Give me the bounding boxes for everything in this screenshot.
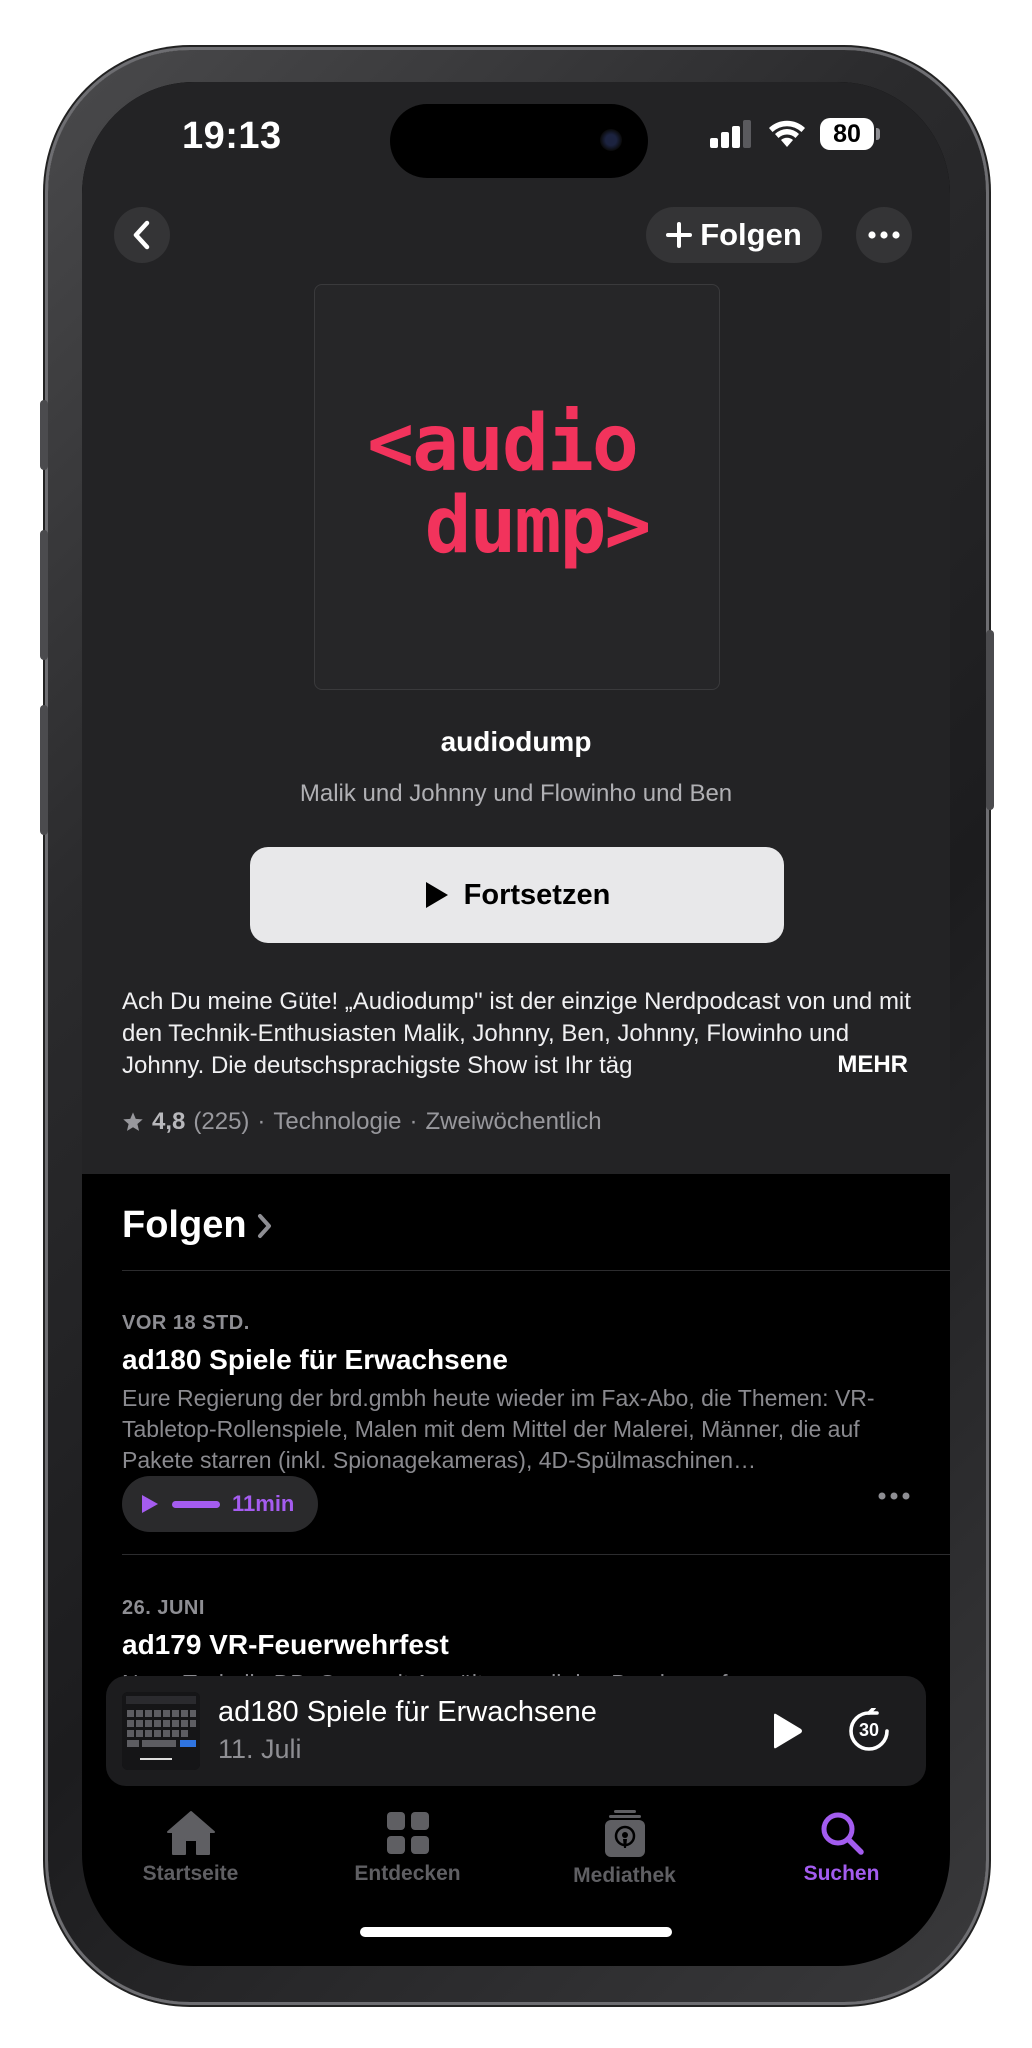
episodes-section-title: Folgen	[122, 1204, 247, 1246]
status-icons: 80	[710, 118, 880, 150]
chevron-left-icon	[133, 220, 150, 250]
rating-value: 4,8	[152, 1108, 186, 1135]
episode-date: 26. JUNI	[122, 1597, 205, 1619]
house-icon	[166, 1811, 215, 1855]
meta-separator: ·	[409, 1108, 418, 1135]
cellular-signal-icon	[710, 120, 751, 148]
episode-title: ad180 Spiele für Erwachsene	[122, 1344, 508, 1375]
mini-player-subtitle: 11. Juli	[218, 1734, 302, 1764]
podcast-author[interactable]: Malik und Johnny und Flowinho und Ben	[82, 780, 950, 808]
tab-startseite[interactable]: Startseite	[82, 1810, 299, 1900]
screen: 19:13 80 Folgen <audio dump> audiodump M	[82, 82, 950, 1966]
wifi-icon	[769, 120, 805, 147]
camera-icon	[600, 129, 622, 151]
cover-logo-line-2: dump>	[424, 481, 652, 571]
library-icon	[604, 1810, 645, 1857]
action-button	[40, 400, 48, 470]
artwork-keyboard-image	[122, 1692, 200, 1770]
episode-date: VOR 18 STD.	[122, 1312, 250, 1334]
mini-player-artwork	[122, 1692, 200, 1770]
tab-label: Entdecken	[354, 1862, 461, 1885]
tab-bar: Startseite Entdecken Mediathek Suchen	[82, 1810, 950, 1900]
divider	[122, 1270, 950, 1271]
episode-more-icon[interactable]	[878, 1492, 910, 1500]
back-button[interactable]	[114, 207, 170, 263]
play-icon	[425, 882, 448, 908]
plus-icon	[666, 222, 693, 248]
home-indicator[interactable]	[360, 1927, 672, 1937]
tab-entdecken[interactable]: Entdecken	[299, 1810, 516, 1900]
category-link[interactable]: Technologie	[273, 1108, 401, 1136]
chevron-right-icon	[257, 1213, 271, 1238]
search-icon	[821, 1812, 864, 1855]
skip-forward-30-button[interactable]: 30	[846, 1708, 892, 1754]
rating-count: (225)	[193, 1108, 250, 1135]
play-icon[interactable]	[770, 1712, 804, 1750]
podcast-meta: 4,8 (225) · Technologie · Zweiwöchentlic…	[122, 1108, 602, 1136]
episode-play-button[interactable]: 11min	[122, 1476, 318, 1532]
tab-label: Suchen	[803, 1862, 880, 1885]
cover-logo-text: <audio dump>	[315, 403, 719, 567]
cover-logo-line-1: <audio	[367, 399, 639, 489]
status-time: 19:13	[182, 115, 282, 157]
divider	[122, 1554, 950, 1555]
episodes-section-header[interactable]: Folgen	[122, 1204, 273, 1247]
mini-player[interactable]: ad180 Spiele für Erwachsene 11. Juli 30	[106, 1676, 926, 1786]
skip-forward-label: 30	[858, 1720, 880, 1740]
podcast-title: audiodump	[440, 726, 592, 757]
episode-description: Eure Regierung der brd.gmbh heute wieder…	[122, 1385, 875, 1473]
episode-title: ad179 VR-Feuerwehrfest	[122, 1629, 449, 1660]
episode-progress-bar	[172, 1500, 220, 1508]
tab-suchen[interactable]: Suchen	[733, 1810, 950, 1900]
more-options-button[interactable]	[856, 207, 912, 263]
grid-icon	[386, 1812, 429, 1854]
ellipsis-icon	[868, 231, 900, 239]
resume-button[interactable]: Fortsetzen	[250, 847, 784, 943]
tab-label: Startseite	[142, 1862, 239, 1885]
podcast-description: Ach Du meine Güte! „Audiodump" ist der e…	[122, 988, 911, 1079]
meta-separator: ·	[257, 1108, 266, 1135]
star-icon	[123, 1112, 143, 1131]
episode-remaining-time: 11min	[232, 1491, 295, 1516]
frequency-label: Zweiwöchentlich	[425, 1108, 602, 1135]
power-button	[986, 630, 994, 810]
play-icon	[142, 1495, 158, 1513]
resume-button-label: Fortsetzen	[463, 878, 611, 911]
dynamic-island	[390, 104, 648, 178]
podcast-cover-art: <audio dump>	[314, 284, 720, 690]
more-link[interactable]: MEHR	[829, 1051, 908, 1079]
mini-player-title: ad180 Spiele für Erwachsene	[218, 1696, 597, 1728]
volume-down-button	[40, 705, 48, 835]
follow-button-label: Folgen	[700, 217, 802, 252]
tab-label: Mediathek	[573, 1864, 676, 1887]
tab-mediathek[interactable]: Mediathek	[516, 1810, 733, 1900]
follow-button[interactable]: Folgen	[646, 207, 822, 263]
battery-icon: 80	[820, 118, 880, 150]
volume-up-button	[40, 530, 48, 660]
